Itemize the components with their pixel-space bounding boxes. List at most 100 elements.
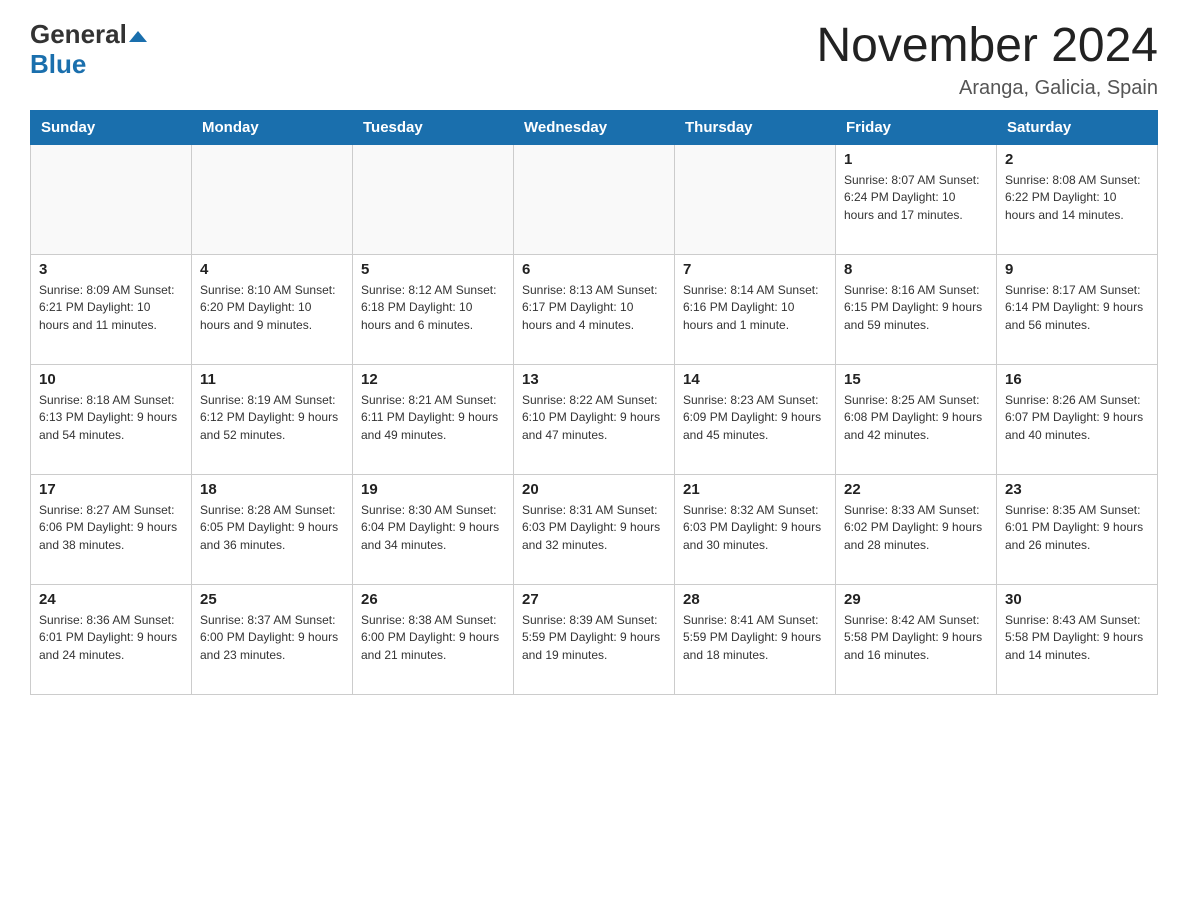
calendar-cell (192, 144, 353, 254)
calendar-cell: 10Sunrise: 8:18 AM Sunset: 6:13 PM Dayli… (31, 364, 192, 474)
calendar-header-monday: Monday (192, 110, 353, 144)
calendar-cell (31, 144, 192, 254)
month-year-title: November 2024 (816, 20, 1158, 73)
day-number: 24 (39, 591, 183, 608)
logo: General Blue (30, 20, 147, 80)
calendar-cell (514, 144, 675, 254)
day-number: 5 (361, 261, 505, 278)
calendar-header-saturday: Saturday (997, 110, 1158, 144)
day-number: 14 (683, 371, 827, 388)
day-number: 26 (361, 591, 505, 608)
day-info: Sunrise: 8:32 AM Sunset: 6:03 PM Dayligh… (683, 502, 827, 554)
day-info: Sunrise: 8:10 AM Sunset: 6:20 PM Dayligh… (200, 282, 344, 334)
calendar-cell: 23 Sunrise: 8:35 AM Sunset: 6:01 PM Dayli… (997, 474, 1158, 584)
day-number: 3 (39, 261, 183, 278)
calendar-cell: 19 Sunrise: 8:30 AM Sunset: 6:04 PM Dayli… (353, 474, 514, 584)
day-info: Sunrise: 8:21 AM Sunset: 6:11 PM Dayligh… (361, 392, 505, 444)
calendar-cell: 1 Sunrise: 8:07 AM Sunset: 6:24 PM Daylig… (836, 144, 997, 254)
day-info: Sunrise: 8:33 AM Sunset: 6:02 PM Dayligh… (844, 502, 988, 554)
day-info: Sunrise: 8:30 AM Sunset: 6:04 PM Dayligh… (361, 502, 505, 554)
day-number: 17 (39, 481, 183, 498)
calendar-cell: 15 Sunrise: 8:25 AM Sunset: 6:08 PM Dayli… (836, 364, 997, 474)
calendar-cell (675, 144, 836, 254)
day-info: Sunrise: 8:26 AM Sunset: 6:07 PM Dayligh… (1005, 392, 1149, 444)
day-number: 16 (1005, 371, 1149, 388)
calendar-cell: 24Sunrise: 8:36 AM Sunset: 6:01 PM Dayli… (31, 584, 192, 694)
day-number: 10 (39, 371, 183, 388)
day-info: Sunrise: 8:38 AM Sunset: 6:00 PM Dayligh… (361, 612, 505, 664)
day-number: 20 (522, 481, 666, 498)
day-info: Sunrise: 8:41 AM Sunset: 5:59 PM Dayligh… (683, 612, 827, 664)
day-number: 12 (361, 371, 505, 388)
day-info: Sunrise: 8:28 AM Sunset: 6:05 PM Dayligh… (200, 502, 344, 554)
day-number: 13 (522, 371, 666, 388)
day-info: Sunrise: 8:17 AM Sunset: 6:14 PM Dayligh… (1005, 282, 1149, 334)
day-number: 2 (1005, 151, 1149, 168)
day-info: Sunrise: 8:07 AM Sunset: 6:24 PM Dayligh… (844, 172, 988, 224)
day-info: Sunrise: 8:25 AM Sunset: 6:08 PM Dayligh… (844, 392, 988, 444)
day-info: Sunrise: 8:43 AM Sunset: 5:58 PM Dayligh… (1005, 612, 1149, 664)
day-info: Sunrise: 8:08 AM Sunset: 6:22 PM Dayligh… (1005, 172, 1149, 224)
day-info: Sunrise: 8:16 AM Sunset: 6:15 PM Dayligh… (844, 282, 988, 334)
day-number: 18 (200, 481, 344, 498)
calendar-cell: 21Sunrise: 8:32 AM Sunset: 6:03 PM Dayli… (675, 474, 836, 584)
calendar-cell: 4 Sunrise: 8:10 AM Sunset: 6:20 PM Daylig… (192, 254, 353, 364)
day-number: 28 (683, 591, 827, 608)
week-row-4: 17 Sunrise: 8:27 AM Sunset: 6:06 PM Dayli… (31, 474, 1158, 584)
calendar-header-wednesday: Wednesday (514, 110, 675, 144)
calendar-cell: 26 Sunrise: 8:38 AM Sunset: 6:00 PM Dayli… (353, 584, 514, 694)
calendar-cell: 7 Sunrise: 8:14 AM Sunset: 6:16 PM Daylig… (675, 254, 836, 364)
day-info: Sunrise: 8:14 AM Sunset: 6:16 PM Dayligh… (683, 282, 827, 334)
calendar-cell: 11Sunrise: 8:19 AM Sunset: 6:12 PM Dayli… (192, 364, 353, 474)
calendar-cell: 14 Sunrise: 8:23 AM Sunset: 6:09 PM Dayli… (675, 364, 836, 474)
day-info: Sunrise: 8:23 AM Sunset: 6:09 PM Dayligh… (683, 392, 827, 444)
page-header: General Blue November 2024 Aranga, Galic… (30, 20, 1158, 100)
calendar-header-friday: Friday (836, 110, 997, 144)
day-info: Sunrise: 8:19 AM Sunset: 6:12 PM Dayligh… (200, 392, 344, 444)
calendar-header-thursday: Thursday (675, 110, 836, 144)
calendar-cell: 16 Sunrise: 8:26 AM Sunset: 6:07 PM Dayli… (997, 364, 1158, 474)
week-row-1: 1 Sunrise: 8:07 AM Sunset: 6:24 PM Daylig… (31, 144, 1158, 254)
calendar-cell: 8Sunrise: 8:16 AM Sunset: 6:15 PM Daylig… (836, 254, 997, 364)
day-number: 30 (1005, 591, 1149, 608)
day-info: Sunrise: 8:12 AM Sunset: 6:18 PM Dayligh… (361, 282, 505, 334)
calendar-cell: 6 Sunrise: 8:13 AM Sunset: 6:17 PM Daylig… (514, 254, 675, 364)
day-info: Sunrise: 8:35 AM Sunset: 6:01 PM Dayligh… (1005, 502, 1149, 554)
day-number: 1 (844, 151, 988, 168)
day-number: 15 (844, 371, 988, 388)
logo-line2: Blue (30, 49, 86, 80)
calendar-cell: 2 Sunrise: 8:08 AM Sunset: 6:22 PM Daylig… (997, 144, 1158, 254)
day-number: 25 (200, 591, 344, 608)
calendar-cell: 13Sunrise: 8:22 AM Sunset: 6:10 PM Dayli… (514, 364, 675, 474)
day-number: 7 (683, 261, 827, 278)
day-number: 6 (522, 261, 666, 278)
calendar-header-row: SundayMondayTuesdayWednesdayThursdayFrid… (31, 110, 1158, 144)
day-info: Sunrise: 8:39 AM Sunset: 5:59 PM Dayligh… (522, 612, 666, 664)
calendar-cell: 18 Sunrise: 8:28 AM Sunset: 6:05 PM Dayli… (192, 474, 353, 584)
week-row-2: 3 Sunrise: 8:09 AM Sunset: 6:21 PM Daylig… (31, 254, 1158, 364)
calendar-cell: 30 Sunrise: 8:43 AM Sunset: 5:58 PM Dayli… (997, 584, 1158, 694)
calendar-cell: 27Sunrise: 8:39 AM Sunset: 5:59 PM Dayli… (514, 584, 675, 694)
logo-text: General (30, 20, 147, 49)
day-info: Sunrise: 8:31 AM Sunset: 6:03 PM Dayligh… (522, 502, 666, 554)
week-row-3: 10Sunrise: 8:18 AM Sunset: 6:13 PM Dayli… (31, 364, 1158, 474)
title-section: November 2024 Aranga, Galicia, Spain (816, 20, 1158, 100)
location-subtitle: Aranga, Galicia, Spain (816, 77, 1158, 100)
day-number: 9 (1005, 261, 1149, 278)
day-info: Sunrise: 8:13 AM Sunset: 6:17 PM Dayligh… (522, 282, 666, 334)
day-info: Sunrise: 8:42 AM Sunset: 5:58 PM Dayligh… (844, 612, 988, 664)
calendar-cell: 28 Sunrise: 8:41 AM Sunset: 5:59 PM Dayli… (675, 584, 836, 694)
day-info: Sunrise: 8:27 AM Sunset: 6:06 PM Dayligh… (39, 502, 183, 554)
calendar-header-sunday: Sunday (31, 110, 192, 144)
day-number: 19 (361, 481, 505, 498)
calendar-cell: 3 Sunrise: 8:09 AM Sunset: 6:21 PM Daylig… (31, 254, 192, 364)
day-number: 4 (200, 261, 344, 278)
calendar-cell: 17 Sunrise: 8:27 AM Sunset: 6:06 PM Dayli… (31, 474, 192, 584)
calendar-cell: 25Sunrise: 8:37 AM Sunset: 6:00 PM Dayli… (192, 584, 353, 694)
day-number: 22 (844, 481, 988, 498)
calendar-cell: 29Sunrise: 8:42 AM Sunset: 5:58 PM Dayli… (836, 584, 997, 694)
calendar-header-tuesday: Tuesday (353, 110, 514, 144)
day-number: 23 (1005, 481, 1149, 498)
day-info: Sunrise: 8:09 AM Sunset: 6:21 PM Dayligh… (39, 282, 183, 334)
week-row-5: 24Sunrise: 8:36 AM Sunset: 6:01 PM Dayli… (31, 584, 1158, 694)
